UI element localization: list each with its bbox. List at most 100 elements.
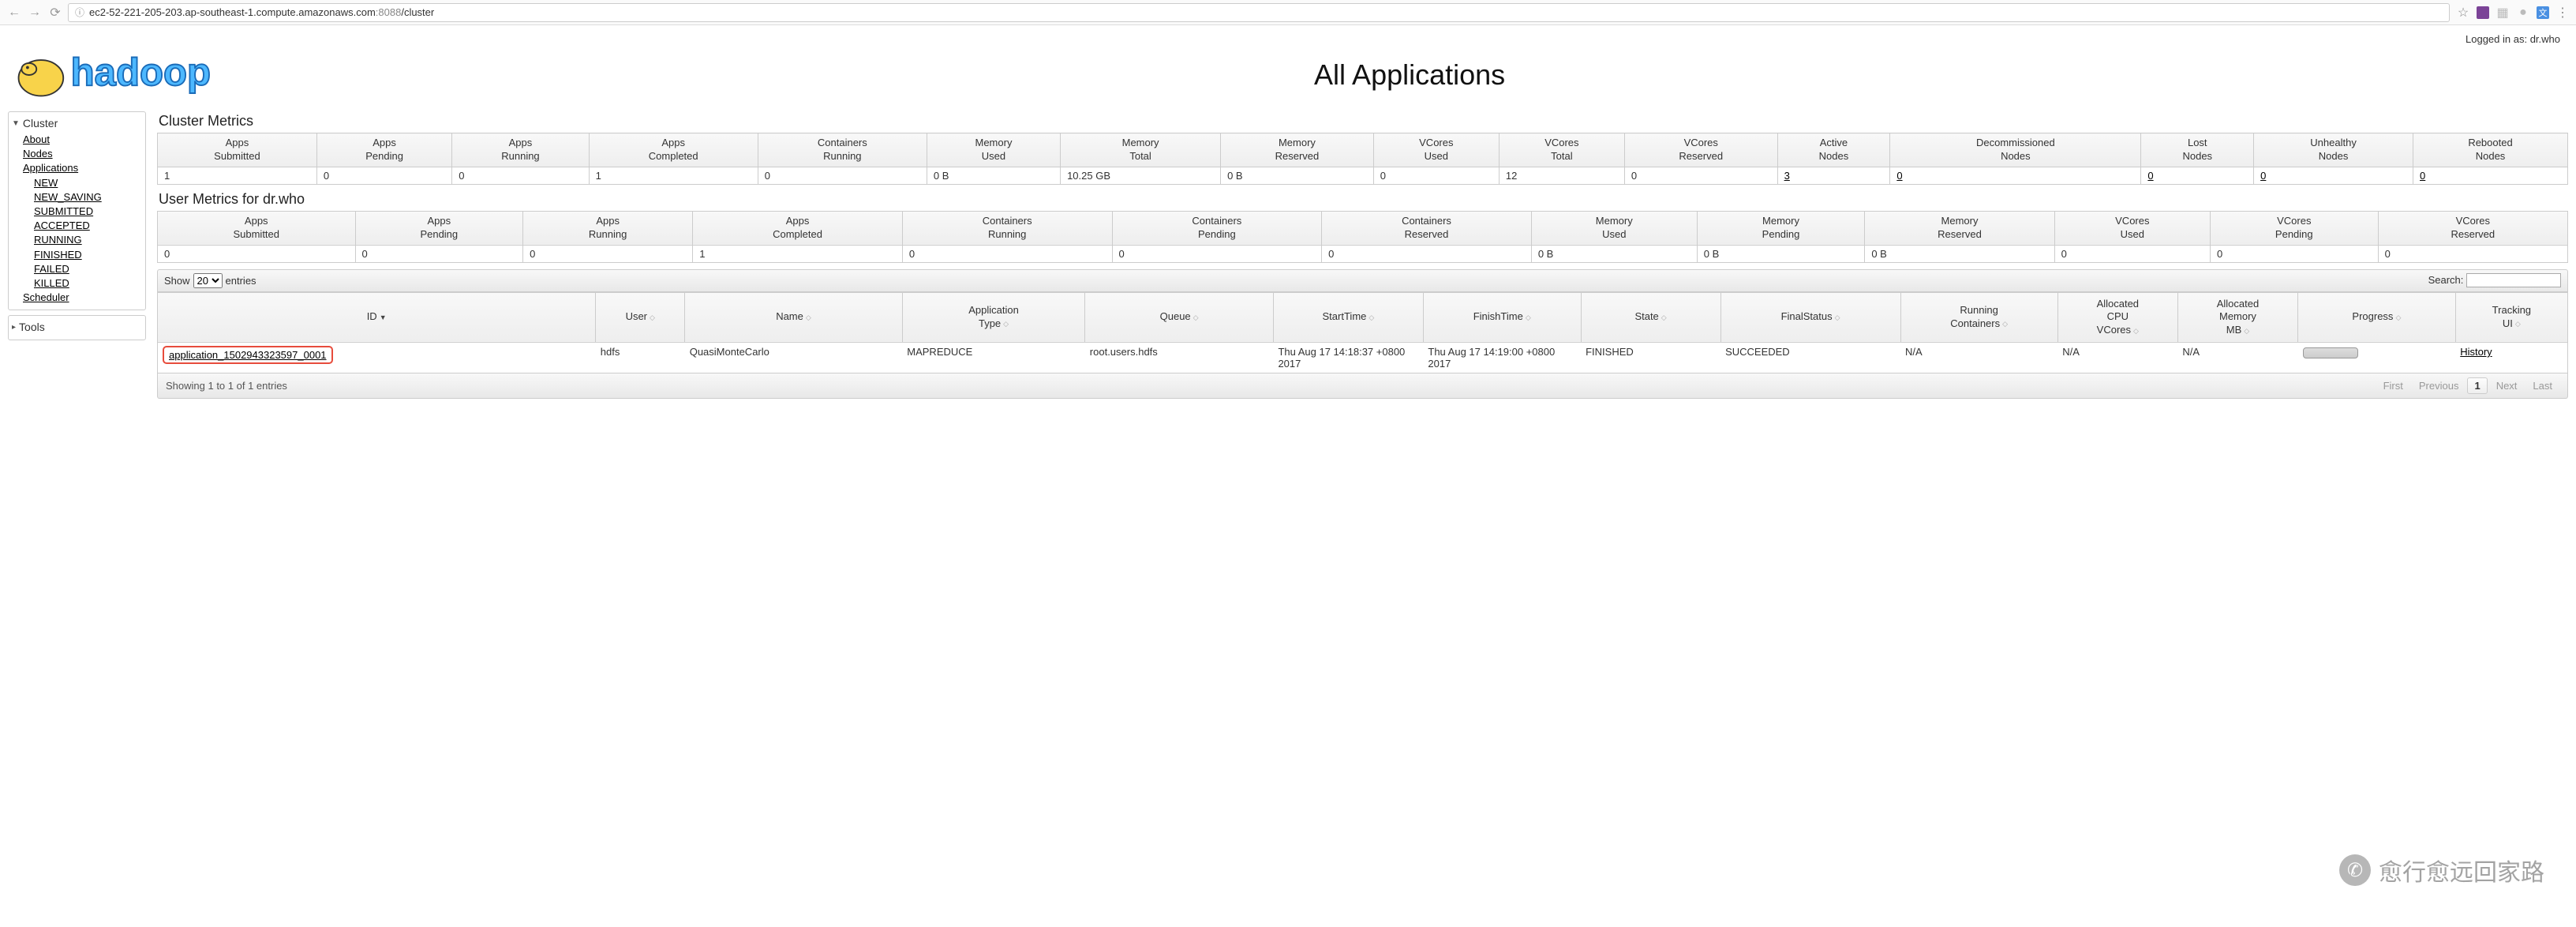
metric-cell: 1 [158, 167, 317, 184]
metric-cell: 0 [902, 245, 1112, 262]
sidebar-tools-header[interactable]: ▸ Tools [9, 319, 145, 336]
column-header-sortable[interactable]: StartTime◇ [1273, 292, 1423, 343]
column-header-sortable[interactable]: ApplicationType◇ [902, 292, 1085, 343]
metric-link[interactable]: 0 [2260, 170, 2266, 182]
column-header-sortable[interactable]: TrackingUI◇ [2455, 292, 2567, 343]
column-header: UnhealthyNodes [2254, 133, 2413, 167]
column-header-sortable[interactable]: AllocatedMemoryMB◇ [2177, 292, 2297, 343]
sidebar-applications[interactable]: Applications [23, 161, 140, 175]
metric-cell: 0 [1373, 167, 1499, 184]
metric-link[interactable]: 0 [1896, 170, 1902, 182]
column-header-sortable[interactable]: FinalStatus◇ [1720, 292, 1900, 343]
cell-state: FINISHED [1581, 343, 1720, 373]
column-header: MemoryReserved [1865, 211, 2054, 245]
progress-bar [2303, 347, 2358, 358]
column-header: MemoryReserved [1221, 133, 1374, 167]
metric-cell: 0 B [927, 167, 1060, 184]
sidebar-scheduler[interactable]: Scheduler [23, 291, 140, 305]
column-header-sortable[interactable]: State◇ [1581, 292, 1720, 343]
extension-icon[interactable]: ▦ [2496, 6, 2510, 20]
user-metrics-title: User Metrics for dr.who [159, 191, 2568, 208]
sidebar-tools-label: Tools [19, 321, 45, 333]
page-next[interactable]: Next [2489, 377, 2525, 394]
watermark: ✆ 愈行愈远回家路 [2339, 853, 2544, 888]
triangle-down-icon: ▼ [12, 119, 20, 128]
column-header: LostNodes [2141, 133, 2254, 167]
browser-toolbar: ← → ⟳ ⓘ ec2-52-221-205-203.ap-southeast-… [0, 0, 2576, 25]
sidebar-state-finished[interactable]: FINISHED [34, 248, 140, 262]
url-port: :8088 [376, 6, 402, 18]
sidebar-state-submitted[interactable]: SUBMITTED [34, 205, 140, 219]
sidebar-state-running[interactable]: RUNNING [34, 233, 140, 247]
triangle-right-icon: ▸ [12, 323, 16, 332]
column-header-sortable[interactable]: Queue◇ [1085, 292, 1274, 343]
menu-icon[interactable]: ⋮ [2555, 6, 2570, 20]
metric-cell: 0 [2054, 245, 2210, 262]
sidebar-cluster-header[interactable]: ▼ Cluster [9, 115, 145, 133]
column-header: VCoresUsed [1373, 133, 1499, 167]
column-header: AppsSubmitted [158, 211, 356, 245]
hadoop-logo[interactable]: hadoop [8, 30, 251, 105]
metric-cell: 0 [1624, 167, 1777, 184]
sidebar-state-killed[interactable]: KILLED [34, 276, 140, 291]
column-header: VCoresPending [2210, 211, 2378, 245]
page-header: Logged in as: dr.who hadoop All Applicat… [8, 30, 2568, 105]
url-path: /cluster [401, 6, 434, 18]
address-bar[interactable]: ⓘ ec2-52-221-205-203.ap-southeast-1.comp… [68, 3, 2450, 22]
metric-cell: 0 [452, 167, 589, 184]
reload-button[interactable]: ⟳ [47, 5, 63, 21]
show-label: Show [164, 275, 190, 287]
metric-link[interactable]: 0 [2420, 170, 2425, 182]
tracking-link[interactable]: History [2460, 346, 2492, 358]
page-1[interactable]: 1 [2467, 377, 2487, 394]
sidebar-state-accepted[interactable]: ACCEPTED [34, 219, 140, 233]
translate-icon[interactable]: 文 [2537, 6, 2549, 19]
cluster-metrics-title: Cluster Metrics [159, 113, 2568, 129]
column-header-sortable[interactable]: User◇ [596, 292, 685, 343]
cell-progress [2298, 343, 2456, 373]
back-button[interactable]: ← [6, 5, 22, 21]
column-header: ContainersReserved [1322, 211, 1532, 245]
column-header-sortable[interactable]: Name◇ [685, 292, 903, 343]
metric-cell: 0 B [1865, 245, 2054, 262]
column-header: MemoryPending [1697, 211, 1865, 245]
column-header-sortable[interactable]: RunningContainers◇ [1900, 292, 2057, 343]
user-metrics-table: AppsSubmittedAppsPendingAppsRunningAppsC… [157, 211, 2568, 263]
column-header: VCoresUsed [2054, 211, 2210, 245]
column-header-sortable[interactable]: Progress◇ [2298, 292, 2456, 343]
column-header: VCoresReserved [2378, 211, 2567, 245]
page-length-select[interactable]: 20 [193, 273, 223, 288]
sidebar-state-new_saving[interactable]: NEW_SAVING [34, 190, 140, 205]
sidebar-state-failed[interactable]: FAILED [34, 262, 140, 276]
column-header: ActiveNodes [1777, 133, 1890, 167]
extension-area: ☆ ▦ ● 文 ⋮ [2456, 6, 2570, 20]
application-id-link[interactable]: application_1502943323597_0001 [169, 349, 327, 361]
extension-icon[interactable] [2477, 6, 2489, 19]
metric-cell: 0 [316, 167, 451, 184]
metric-link[interactable]: 3 [1784, 170, 1790, 182]
metric-cell: 0 [1890, 167, 2141, 184]
entries-label: entries [226, 275, 256, 287]
search-input[interactable] [2466, 273, 2561, 287]
star-icon[interactable]: ☆ [2456, 6, 2470, 20]
sidebar-state-new[interactable]: NEW [34, 176, 140, 190]
metric-cell: 0 [1322, 245, 1532, 262]
metric-cell: 3 [1777, 167, 1890, 184]
forward-button[interactable]: → [27, 5, 43, 21]
page-first[interactable]: First [2376, 377, 2410, 394]
cell-finish: Thu Aug 17 14:19:00 +0800 2017 [1423, 343, 1581, 373]
metric-cell: 0 [523, 245, 693, 262]
wechat-icon: ✆ [2339, 854, 2371, 886]
sidebar-nodes[interactable]: Nodes [23, 147, 140, 161]
page-prev[interactable]: Previous [2412, 377, 2466, 394]
column-header: VCoresTotal [1499, 133, 1624, 167]
column-header-sortable[interactable]: FinishTime◇ [1423, 292, 1581, 343]
page-last[interactable]: Last [2525, 377, 2559, 394]
sidebar-about[interactable]: About [23, 133, 140, 147]
metric-cell: 0 [2254, 167, 2413, 184]
column-header-sortable[interactable]: AllocatedCPUVCores◇ [2057, 292, 2177, 343]
extension-icon[interactable]: ● [2516, 6, 2530, 20]
column-header: ContainersRunning [902, 211, 1112, 245]
column-header-sortable[interactable]: ID▼ [158, 292, 596, 343]
metric-link[interactable]: 0 [2147, 170, 2153, 182]
